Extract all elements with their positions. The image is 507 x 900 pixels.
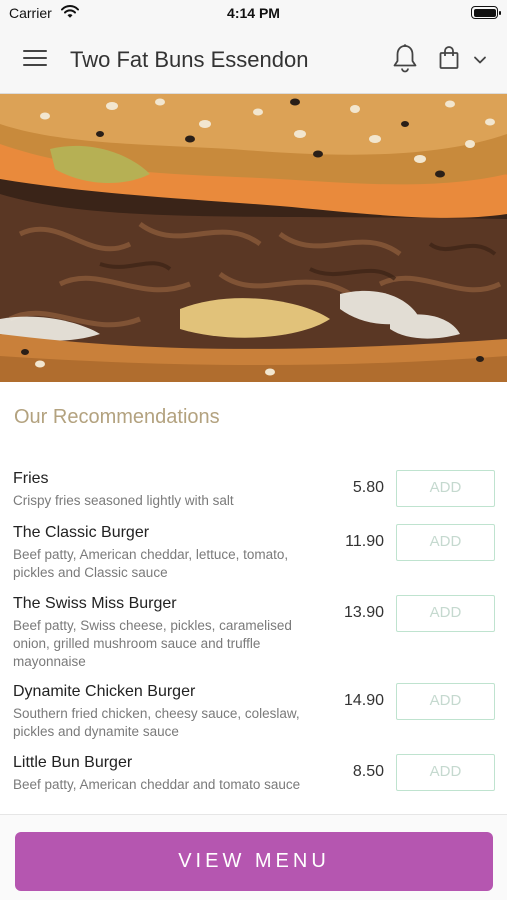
- hero-burger-image: [0, 94, 507, 382]
- hamburger-menu-icon[interactable]: [23, 50, 47, 68]
- menu-item-fries: Fries Crispy fries seasoned lightly with…: [0, 470, 507, 524]
- item-name: Dynamite Chicken Burger: [13, 683, 196, 700]
- menu-item-swiss-miss-burger: The Swiss Miss Burger Beef patty, Swiss …: [0, 595, 507, 683]
- status-bar: Carrier 4:14 PM: [0, 0, 507, 26]
- item-name: The Classic Burger: [13, 524, 150, 541]
- page-title: Two Fat Buns Essendon: [70, 47, 309, 72]
- menu-item-little-bun-burger: Little Bun Burger Beef patty, American c…: [0, 754, 507, 808]
- shopping-bag-icon[interactable]: [438, 45, 460, 71]
- item-description: Crispy fries seasoned lightly with salt: [13, 493, 234, 508]
- bottom-bar: VIEW MENU: [0, 814, 507, 900]
- item-name: Fries: [13, 470, 49, 487]
- add-fries-button[interactable]: ADD: [396, 470, 495, 507]
- view-menu-button[interactable]: VIEW MENU: [15, 832, 493, 891]
- app-header: Two Fat Buns Essendon: [0, 26, 507, 94]
- item-description: Beef patty, American cheddar and tomato …: [13, 777, 301, 792]
- item-price: 13.90: [343, 604, 384, 621]
- menu-item-dynamite-chicken-burger: Dynamite Chicken Burger Southern fried c…: [0, 683, 507, 754]
- bell-icon[interactable]: [391, 43, 419, 73]
- chevron-down-icon[interactable]: [472, 53, 488, 65]
- add-little-bun-burger-button[interactable]: ADD: [396, 754, 495, 791]
- add-classic-burger-button[interactable]: ADD: [396, 524, 495, 561]
- item-description: Beef patty, Swiss cheese, pickles, caram…: [13, 618, 292, 669]
- item-name: The Swiss Miss Burger: [13, 595, 177, 612]
- menu-item-classic-burger: The Classic Burger Beef patty, American …: [0, 524, 507, 595]
- item-price: 14.90: [343, 692, 384, 709]
- recommendations-list: Fries Crispy fries seasoned lightly with…: [0, 470, 507, 808]
- item-price: 8.50: [352, 763, 384, 780]
- recommendations-title: Our Recommendations: [14, 406, 220, 428]
- status-time: 4:14 PM: [227, 5, 280, 21]
- battery-icon: [471, 6, 501, 19]
- item-price: 5.80: [352, 479, 384, 496]
- item-price: 11.90: [345, 533, 384, 550]
- add-swiss-miss-burger-button[interactable]: ADD: [396, 595, 495, 632]
- add-dynamite-chicken-burger-button[interactable]: ADD: [396, 683, 495, 720]
- item-name: Little Bun Burger: [13, 754, 133, 771]
- item-description: Southern fried chicken, cheesy sauce, co…: [13, 706, 300, 739]
- item-description: Beef patty, American cheddar, lettuce, t…: [13, 547, 289, 580]
